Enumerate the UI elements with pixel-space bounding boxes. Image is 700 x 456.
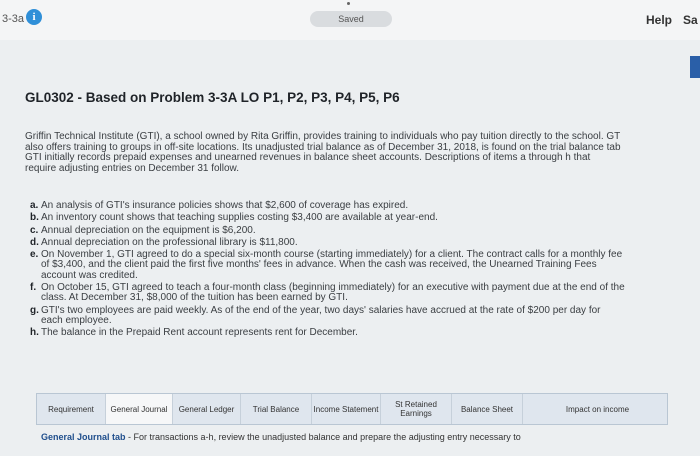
list-item: g. GTI's two employees are paid weekly. … — [30, 304, 700, 327]
list-item: e. On November 1, GTI agreed to do a spe… — [30, 249, 700, 281]
problem-intro: Griffin Technical Institute (GTI), a sch… — [25, 131, 700, 174]
list-item: c. Annual depreciation on the equipment … — [30, 224, 700, 236]
tab-general-journal[interactable]: General Journal — [106, 394, 173, 424]
item-text: An inventory count shows that teaching s… — [41, 212, 438, 224]
saved-status-badge: Saved — [310, 11, 392, 27]
item-text: account was credited. — [41, 269, 138, 281]
list-item: b. An inventory count shows that teachin… — [30, 212, 700, 224]
tab-income-statement[interactable]: Income Statement — [312, 394, 381, 424]
list-item: a. An analysis of GTI's insurance polici… — [30, 200, 700, 211]
item-text: An analysis of GTI's insurance policies … — [41, 200, 409, 211]
item-text: of $3,400, and the client paid the first… — [41, 259, 597, 271]
item-text: GTI's two employees are paid weekly. As … — [41, 304, 601, 316]
progress-dot — [347, 2, 350, 5]
list-item: f. On October 15, GTI agreed to teach a … — [30, 282, 700, 304]
side-tab-marker[interactable] — [690, 56, 700, 78]
item-letter: h. — [30, 327, 39, 339]
item-letter: g. — [30, 304, 39, 316]
instruction-text: - For transactions a-h, review the unadj… — [125, 432, 521, 442]
tab-retained-earnings[interactable]: St Retained Earnings — [381, 394, 452, 424]
list-item: d. Annual depreciation on the profession… — [30, 236, 700, 248]
problem-id: 3-3a — [2, 13, 25, 25]
help-button[interactable]: Help — [646, 13, 672, 27]
item-letter: a. — [30, 200, 39, 211]
tab-impact-on-income[interactable]: Impact on income — [523, 394, 672, 424]
item-text: Annual depreciation on the professional … — [41, 236, 298, 248]
intro-line: Griffin Technical Institute (GTI), a sch… — [25, 131, 621, 142]
page-title: GL0302 - Based on Problem 3-3A LO P1, P2… — [25, 90, 400, 105]
tab-general-ledger[interactable]: General Ledger — [173, 394, 241, 424]
tab-balance-sheet[interactable]: Balance Sheet — [452, 394, 523, 424]
tab-instruction: General Journal tab - For transactions a… — [41, 432, 521, 442]
item-text: class. At December 31, $8,000 of the tui… — [41, 292, 348, 304]
item-letter: b. — [30, 212, 39, 224]
item-letter: d. — [30, 236, 39, 248]
adjustment-items-list: a. An analysis of GTI's insurance polici… — [30, 200, 700, 341]
tab-requirement[interactable]: Requirement — [37, 394, 106, 424]
item-text: Annual depreciation on the equipment is … — [41, 224, 256, 236]
item-letter: e. — [30, 249, 39, 261]
tab-trial-balance[interactable]: Trial Balance — [241, 394, 312, 424]
intro-line: require adjusting entries on December 31… — [25, 162, 240, 174]
item-text: each employee. — [41, 314, 112, 326]
workbook-tabs: Requirement General Journal General Ledg… — [36, 393, 668, 425]
instruction-tab-name: General Journal tab — [41, 432, 126, 442]
save-button[interactable]: Sa — [683, 13, 698, 27]
item-letter: c. — [30, 224, 39, 236]
top-toolbar: 3-3a i Saved Help Sa — [0, 0, 700, 40]
item-letter: f. — [30, 282, 37, 294]
list-item: h. The balance in the Prepaid Rent accou… — [30, 327, 700, 339]
item-text: The balance in the Prepaid Rent account … — [41, 327, 358, 339]
info-icon[interactable]: i — [26, 9, 42, 25]
